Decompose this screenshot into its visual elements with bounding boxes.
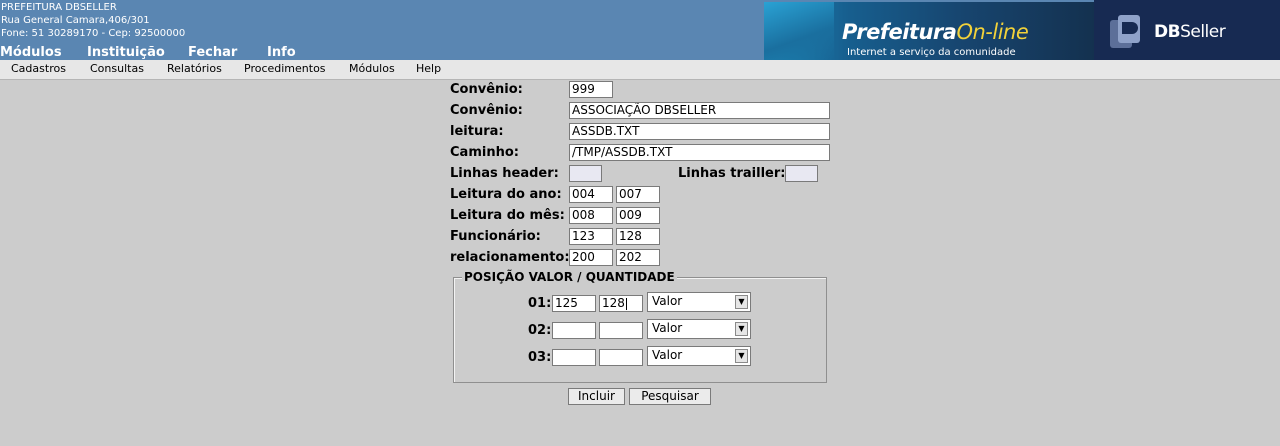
posicao-fim-value: 128 xyxy=(602,296,625,310)
linhas-trailler-field[interactable] xyxy=(785,165,818,182)
leitura-ano-fim-field[interactable]: 007 xyxy=(616,186,660,203)
banner-wave-graphic xyxy=(764,2,834,60)
funcionario-inicio-field[interactable]: 123 xyxy=(569,228,613,245)
funcionario-label: Funcionário: xyxy=(450,229,541,244)
leitura-field[interactable]: ASSDB.TXT xyxy=(569,123,830,140)
posicao-tipo-select[interactable]: Valor ▼ xyxy=(647,346,751,366)
menu-relatorios[interactable]: Relatórios xyxy=(167,62,222,75)
posicao-row-label: 03: xyxy=(528,350,552,365)
relacionamento-label: relacionamento: xyxy=(450,250,570,265)
menu-modulos[interactable]: Módulos xyxy=(349,62,395,75)
relacionamento-fim-field[interactable]: 202 xyxy=(616,249,660,266)
banner-subtitle: Internet a serviço da comunidade xyxy=(847,47,1016,58)
posicao-tipo-value: Valor xyxy=(652,348,683,362)
leitura-label: leitura: xyxy=(450,124,504,139)
dbseller-logo-area: DBSeller xyxy=(1094,0,1280,60)
convenio-code-label: Convênio: xyxy=(450,82,523,97)
leitura-mes-fim-field[interactable]: 009 xyxy=(616,207,660,224)
posicao-tipo-value: Valor xyxy=(652,294,683,308)
dbseller-wordmark-b: Seller xyxy=(1180,22,1226,42)
posicao-fim-field[interactable]: 128 xyxy=(599,295,643,312)
posicao-fim-field[interactable] xyxy=(599,322,643,339)
nav-instituicao[interactable]: Instituição xyxy=(87,45,165,60)
convenio-name-label: Convênio: xyxy=(450,103,523,118)
nav-info[interactable]: Info xyxy=(267,45,296,60)
dbseller-logo-icon xyxy=(1110,15,1140,48)
linhas-header-label: Linhas header: xyxy=(450,166,559,181)
posicao-fim-field[interactable] xyxy=(599,349,643,366)
leitura-mes-label: Leitura do mês: xyxy=(450,208,565,223)
funcionario-fim-field[interactable]: 128 xyxy=(616,228,660,245)
posicao-legend: POSIÇÃO VALOR / QUANTIDADE xyxy=(462,270,677,284)
dbseller-wordmark: DBSeller xyxy=(1154,22,1226,42)
menubar: Cadastros Consultas Relatórios Procedime… xyxy=(0,60,1280,80)
linhas-header-field[interactable] xyxy=(569,165,602,182)
banner-title: PrefeituraOn-line xyxy=(842,20,1029,44)
banner-title-a: Prefeitura xyxy=(842,20,957,44)
chevron-down-icon[interactable]: ▼ xyxy=(735,349,748,363)
posicao-tipo-select[interactable]: Valor ▼ xyxy=(647,292,751,312)
leitura-ano-label: Leitura do ano: xyxy=(450,187,562,202)
leitura-mes-inicio-field[interactable]: 008 xyxy=(569,207,613,224)
org-address: Rua General Camara,406/301 xyxy=(1,15,150,26)
posicao-tipo-value: Valor xyxy=(652,321,683,335)
menu-procedimentos[interactable]: Procedimentos xyxy=(244,62,326,75)
header: PREFEITURA DBSELLER Rua General Camara,4… xyxy=(0,0,1280,60)
linhas-trailler-label: Linhas trailler: xyxy=(678,166,786,181)
chevron-down-icon[interactable]: ▼ xyxy=(735,295,748,309)
incluir-button[interactable]: Incluir xyxy=(568,388,625,405)
org-phone: Fone: 51 30289170 - Cep: 92500000 xyxy=(1,28,186,39)
leitura-ano-inicio-field[interactable]: 004 xyxy=(569,186,613,203)
posicao-row-label: 02: xyxy=(528,323,552,338)
relacionamento-inicio-field[interactable]: 200 xyxy=(569,249,613,266)
convenio-code-field[interactable]: 999 xyxy=(569,81,613,98)
posicao-row-label: 01: xyxy=(528,296,552,311)
posicao-inicio-field[interactable] xyxy=(552,349,596,366)
convenio-name-field[interactable]: ASSOCIAÇÃO DBSELLER xyxy=(569,102,830,119)
prefeitura-online-banner: PrefeituraOn-line Internet a serviço da … xyxy=(764,2,1094,60)
caminho-field[interactable]: /TMP/ASSDB.TXT xyxy=(569,144,830,161)
text-cursor xyxy=(625,297,627,310)
posicao-inicio-field[interactable]: 125 xyxy=(552,295,596,312)
nav-fechar[interactable]: Fechar xyxy=(188,45,237,60)
org-name: PREFEITURA DBSELLER xyxy=(1,2,117,13)
caminho-label: Caminho: xyxy=(450,145,519,160)
menu-consultas[interactable]: Consultas xyxy=(90,62,144,75)
nav-modulos[interactable]: Módulos xyxy=(0,45,62,60)
posicao-tipo-select[interactable]: Valor ▼ xyxy=(647,319,751,339)
menu-cadastros[interactable]: Cadastros xyxy=(11,62,66,75)
menu-help[interactable]: Help xyxy=(416,62,441,75)
chevron-down-icon[interactable]: ▼ xyxy=(735,322,748,336)
pesquisar-button[interactable]: Pesquisar xyxy=(629,388,711,405)
posicao-inicio-field[interactable] xyxy=(552,322,596,339)
banner-title-b: On-line xyxy=(956,20,1029,44)
dbseller-wordmark-a: DB xyxy=(1154,22,1181,42)
